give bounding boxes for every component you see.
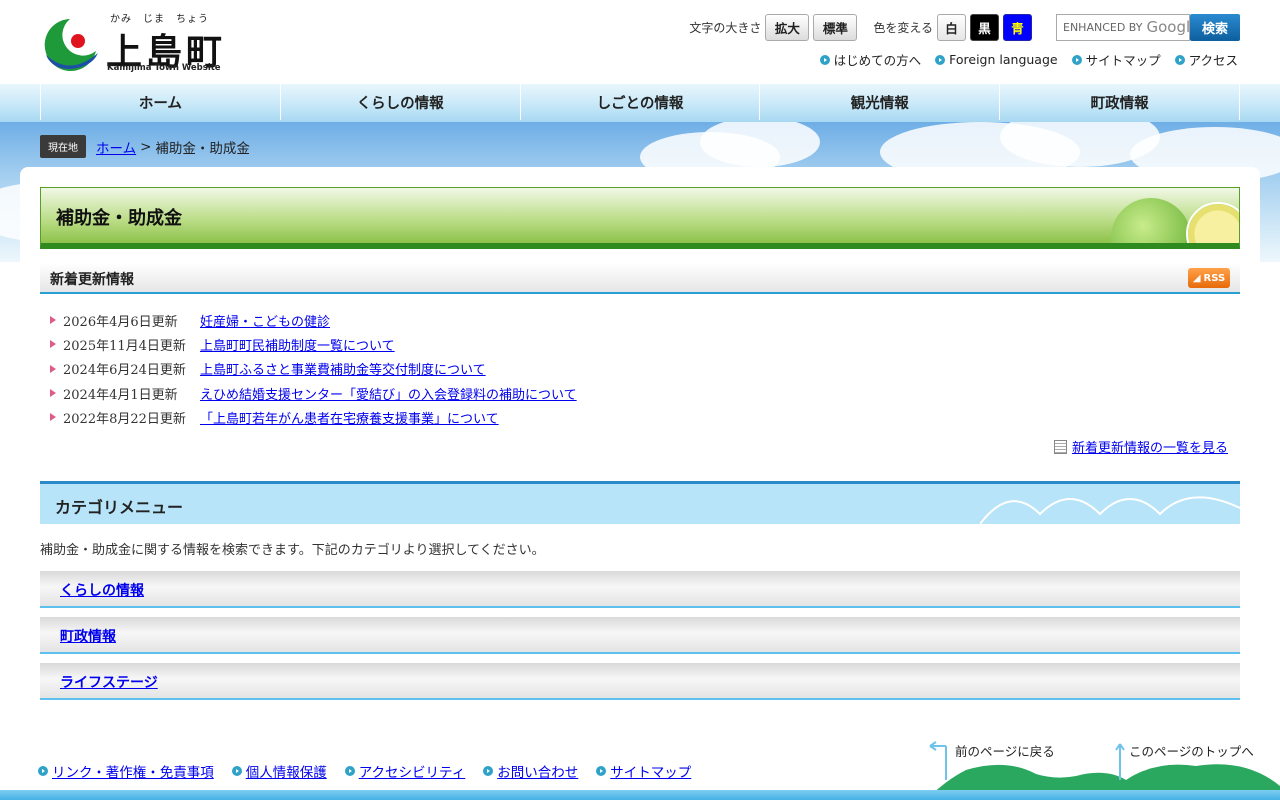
- nav-town-admin[interactable]: 町政情報: [1000, 84, 1240, 120]
- citrus-slice-icon: [1186, 202, 1239, 243]
- category-link[interactable]: くらしの情報: [60, 580, 144, 600]
- citrus-decoration-icon: [1111, 198, 1191, 243]
- color-white-button[interactable]: 白: [937, 13, 966, 41]
- document-icon: [1053, 439, 1067, 454]
- news-item: 2026年4月6日更新 妊産婦・こどもの健診: [50, 308, 1230, 332]
- wave-decoration-icon: [980, 496, 1240, 524]
- category-item-town-admin: 町政情報: [40, 617, 1240, 654]
- sublink-sitemap[interactable]: サイトマップ: [1071, 50, 1161, 69]
- search-brand: ENHANCED BY: [1063, 20, 1143, 34]
- news-link[interactable]: 妊産婦・こどもの健診: [200, 311, 330, 330]
- news-heading: 新着更新情報: [50, 272, 134, 288]
- news-more: 新着更新情報の一覧を見る: [1053, 437, 1228, 456]
- news-list: 2026年4月6日更新 妊産婦・こどもの健診 2025年11月4日更新 上島町町民補…: [50, 308, 1230, 429]
- arrow-bullet-icon: [596, 766, 607, 776]
- accessibility-tools: 文字の大きさ 拡大 標準 色を変える 白 黒 青 ENHANCED BY Goog…: [689, 12, 1240, 42]
- news-link[interactable]: 上島町町民補助制度一覧について: [200, 335, 395, 354]
- font-size-label: 文字の大きさ: [689, 20, 762, 35]
- arrow-bullet-icon: [1071, 54, 1082, 65]
- page-top-link[interactable]: このページのトップへ: [1129, 741, 1254, 760]
- logo-english-name: Kamijima Town Website: [107, 63, 221, 73]
- rss-icon: ◢: [1192, 272, 1201, 284]
- site-header: かみ じま ちょう 上島町 Kamijima Town Website 文字の大…: [0, 0, 1280, 84]
- category-heading: カテゴリメニュー: [55, 498, 184, 517]
- breadcrumb: 現在地 ホーム > 補助金・助成金: [40, 135, 250, 158]
- sublink-access[interactable]: アクセス: [1174, 50, 1238, 69]
- triangle-bullet-icon: [50, 413, 56, 422]
- arrow-bullet-icon: [1174, 54, 1185, 65]
- nav-work[interactable]: しごとの情報: [521, 84, 761, 120]
- search-button[interactable]: 検索: [1190, 13, 1240, 41]
- news-item: 2024年6月24日更新 上島町ふるさと事業費補助金等交付制度について: [50, 357, 1230, 381]
- triangle-bullet-icon: [50, 364, 56, 373]
- search-input[interactable]: ENHANCED BYGoogle: [1056, 13, 1190, 41]
- category-header: カテゴリメニュー: [40, 481, 1240, 524]
- nav-living[interactable]: くらしの情報: [281, 84, 521, 120]
- breadcrumb-separator: >: [140, 138, 152, 155]
- arrow-bullet-icon: [38, 766, 48, 776]
- sublink-beginners[interactable]: はじめての方へ: [819, 50, 921, 69]
- triangle-bullet-icon: [50, 389, 56, 398]
- page-title-bar: 補助金・助成金: [40, 187, 1240, 249]
- back-page-link[interactable]: 前のページに戻る: [955, 741, 1055, 760]
- arrow-bullet-icon: [935, 54, 946, 65]
- category-link[interactable]: ライフステージ: [60, 672, 158, 692]
- rss-button[interactable]: ◢ RSS: [1188, 268, 1230, 288]
- news-item: 2022年8月22日更新 「上島町若年がん患者在宅療養支援事業」について: [50, 405, 1230, 429]
- footer-link-sitemap[interactable]: サイトマップ: [610, 761, 691, 781]
- news-link[interactable]: 「上島町若年がん患者在宅療養支援事業」について: [200, 408, 499, 427]
- arrow-bullet-icon: [231, 766, 242, 776]
- news-item: 2024年4月1日更新 えひめ結婚支援センター「愛結び」の入会登録料の補助について: [50, 381, 1230, 405]
- news-link[interactable]: 上島町ふるさと事業費補助金等交付制度について: [200, 359, 486, 378]
- footer-link-legal[interactable]: リンク・著作権・免責事項: [52, 761, 214, 781]
- current-location-tag: 現在地: [40, 135, 86, 158]
- category-item-life-stage: ライフステージ: [40, 663, 1240, 700]
- news-date: 2024年4月1日更新: [63, 387, 178, 403]
- nav-tourism[interactable]: 観光情報: [760, 84, 1001, 120]
- news-date: 2026年4月6日更新: [63, 314, 178, 330]
- sublink-foreign-language[interactable]: Foreign language: [935, 50, 1058, 69]
- color-change-label: 色を変える: [873, 20, 933, 35]
- footer-link-accessibility[interactable]: アクセシビリティ: [359, 761, 466, 781]
- footer-link-contact[interactable]: お問い合わせ: [497, 761, 578, 781]
- color-black-button[interactable]: 黒: [970, 13, 999, 41]
- arrow-bullet-icon: [344, 766, 355, 776]
- arrow-bullet-icon: [819, 54, 830, 65]
- footer-link-privacy[interactable]: 個人情報保護: [246, 761, 327, 781]
- triangle-bullet-icon: [50, 340, 56, 349]
- footer-band: [0, 790, 1280, 800]
- news-header: 新着更新情報 ◢ RSS: [40, 263, 1240, 294]
- category-description: 補助金・助成金に関する情報を検索できます。下記のカテゴリより選択してください。: [40, 543, 545, 558]
- footer-links: リンク・著作権・免責事項 個人情報保護 アクセシビリティ お問い合わせ サイトマ…: [38, 761, 691, 781]
- global-nav: ホーム くらしの情報 しごとの情報 観光情報 町政情報: [0, 84, 1280, 122]
- news-date: 2022年8月22日更新: [63, 411, 186, 427]
- town-emblem-icon: [44, 19, 98, 71]
- category-link[interactable]: 町政情報: [60, 626, 116, 646]
- arrow-bullet-icon: [483, 766, 494, 776]
- utility-links: はじめての方へ Foreign language サイトマップ アクセス: [819, 50, 1238, 69]
- google-label: Google: [1146, 18, 1190, 36]
- breadcrumb-home-link[interactable]: ホーム: [96, 137, 136, 157]
- breadcrumb-current: 補助金・助成金: [155, 140, 250, 157]
- news-more-link[interactable]: 新着更新情報の一覧を見る: [1072, 437, 1228, 456]
- font-enlarge-button[interactable]: 拡大: [765, 13, 810, 41]
- site-logo[interactable]: かみ じま ちょう 上島町 Kamijima Town Website: [40, 10, 230, 76]
- category-item-living: くらしの情報: [40, 571, 1240, 608]
- news-date: 2025年11月4日更新: [63, 338, 186, 354]
- nav-home[interactable]: ホーム: [41, 84, 281, 120]
- news-item: 2025年11月4日更新 上島町町民補助制度一覧について: [50, 332, 1230, 356]
- news-date: 2024年6月24日更新: [63, 363, 186, 379]
- font-standard-button[interactable]: 標準: [813, 13, 858, 41]
- color-blue-button[interactable]: 青: [1003, 13, 1032, 41]
- page-title: 補助金・助成金: [56, 208, 182, 229]
- news-link[interactable]: えひめ結婚支援センター「愛結び」の入会登録料の補助について: [200, 384, 577, 403]
- triangle-bullet-icon: [50, 316, 56, 325]
